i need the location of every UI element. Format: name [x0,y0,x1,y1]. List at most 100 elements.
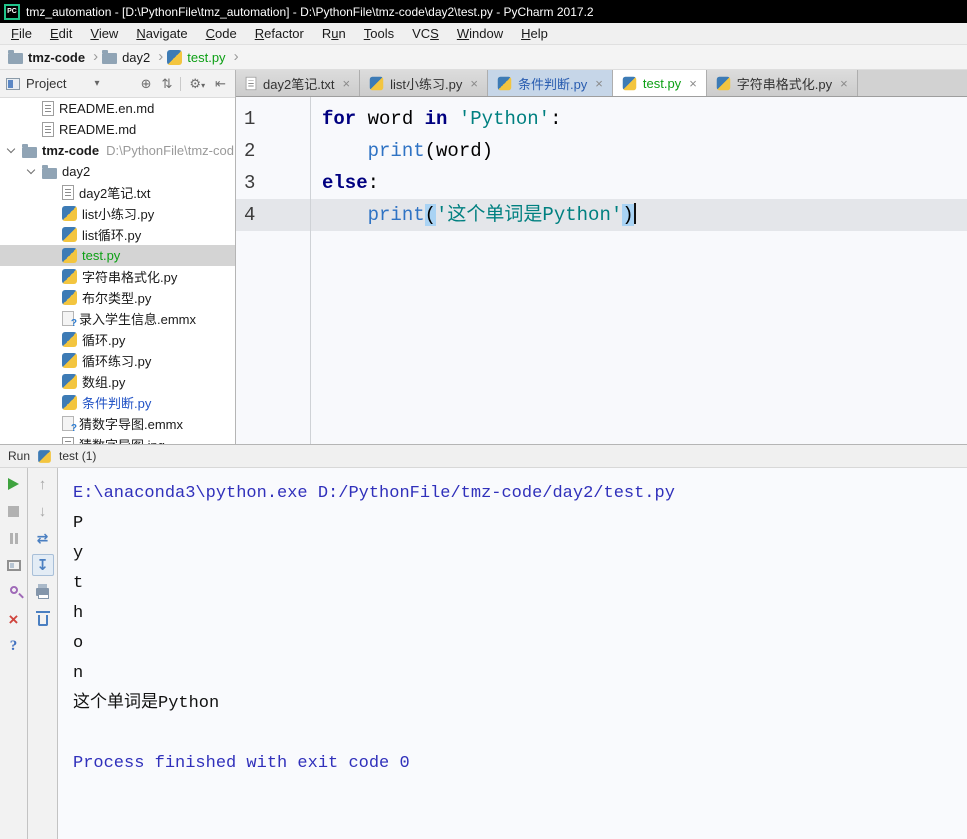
python-file-icon [62,206,77,221]
restore-layout-button[interactable] [3,554,25,576]
settings-gear-icon[interactable]: ⚙▾ [184,76,210,92]
tab-label: day2笔记.txt [263,76,335,92]
tree-item-循环.py[interactable]: 循环.py [0,329,235,350]
tree-item-list循环.py[interactable]: list循环.py [0,224,235,245]
run-tab-test[interactable]: test (1) [59,449,96,463]
editor-tab-day2笔记.txt[interactable]: day2笔记.txt × [236,70,361,96]
print-button[interactable] [32,581,54,603]
title-bar: PC tmz_automation - [D:\PythonFile\tmz_a… [0,0,967,23]
menu-item-view[interactable]: View [81,23,127,45]
tree-item-猜数字导图.emmx[interactable]: 猜数字导图.emmx [0,413,235,434]
stop-button[interactable] [3,500,25,522]
chevron-down-icon[interactable]: ▾ [94,78,99,89]
python-file-icon [622,76,637,90]
scroll-end-icon: ↧ [36,557,49,574]
tree-item-day2笔记.txt[interactable]: day2笔记.txt [0,182,235,203]
tree-item-test.py[interactable]: test.py [0,245,235,266]
line-number: 3 [244,172,256,194]
tree-item-数组.py[interactable]: 数组.py [0,371,235,392]
editor-tab-字符串格式化.py[interactable]: 字符串格式化.py × [706,70,858,96]
tree-item-list小练习.py[interactable]: list小练习.py [0,203,235,224]
menu-item-help[interactable]: Help [512,23,557,45]
pin-tab-button[interactable] [3,581,25,603]
tree-item-字符串格式化.py[interactable]: 字符串格式化.py [0,266,235,287]
run-toolbar-main: ×? [0,468,28,839]
rerun-icon [8,478,19,490]
tab-close-icon[interactable]: × [689,76,697,91]
chevron-expanded-icon[interactable] [6,144,16,153]
menu-item-navigate[interactable]: Navigate [127,23,196,45]
console-line: Process finished with exit code 0 [73,754,410,773]
code-line-1[interactable]: 1 for word in 'Python': [236,103,967,135]
tree-item-README.en.md[interactable]: README.en.md [0,98,235,119]
text-file-icon [245,76,257,90]
close-button[interactable]: × [3,608,25,630]
hide-panel-icon[interactable]: ⇤ [210,76,231,92]
tree-item-label: 循环练习.py [82,354,152,369]
python-file-icon [38,449,51,463]
code-line-3[interactable]: 3 else: [236,167,967,199]
menu-item-vcs[interactable]: VCS [403,23,448,45]
breadcrumb-item-tmz-code[interactable]: tmz-code [8,50,85,65]
editor-tab-list小练习.py[interactable]: list小练习.py × [360,70,488,96]
code-text: else: [322,172,380,194]
menu-item-tools[interactable]: Tools [355,23,403,45]
project-panel-title[interactable]: Project [26,76,66,91]
code-line-4[interactable]: 4 print('这个单词是Python') [236,199,967,231]
folder-icon [102,50,118,64]
editor-tab-条件判断.py[interactable]: 条件判断.py × [487,70,613,96]
tab-close-icon[interactable]: × [343,76,351,91]
chevron-expanded-icon[interactable] [26,165,36,174]
menu-item-run[interactable]: Run [313,23,355,45]
stop-icon [8,505,19,517]
breadcrumb-item-test.py[interactable]: test.py [167,49,226,65]
tree-item-布尔类型.py[interactable]: 布尔类型.py [0,287,235,308]
locate-file-icon[interactable]: ⊕ [136,76,157,92]
unknown-file-icon [62,416,77,434]
breadcrumb-item-day2[interactable]: day2 [102,50,150,65]
prev-occurrence-button[interactable]: ↑ [32,473,54,495]
menu-item-code[interactable]: Code [197,23,246,45]
clear-console-button[interactable] [32,608,54,630]
tree-item-条件判断.py[interactable]: 条件判断.py [0,392,235,413]
tree-item-猜数字导图.jpg[interactable]: 猜数字导图.jpg [0,434,235,444]
python-file-icon [497,76,512,90]
console-line: h [73,604,84,623]
console-toolbar: ↑ ↓ ⇄ ↧ [28,468,58,839]
run-panel-body: ×? ↑ ↓ ⇄ ↧ E:\anaconda3\python.exe D:/Pytho… [0,468,967,839]
tree-item-循环练习.py[interactable]: 循环练习.py [0,350,235,371]
next-occurrence-button[interactable]: ↓ [32,500,54,522]
tree-item-README.md[interactable]: README.md [0,119,235,140]
tree-item-录入学生信息.emmx[interactable]: 录入学生信息.emmx [0,308,235,329]
close-icon: × [8,609,19,629]
tree-item-label: 猜数字导图.jpg [79,435,165,444]
menu-item-file[interactable]: File [2,23,41,45]
pause-button[interactable] [3,527,25,549]
menu-item-window[interactable]: Window [448,23,512,45]
tab-label: 字符串格式化.py [736,76,833,92]
python-file-icon [369,76,384,90]
menu-item-refactor[interactable]: Refactor [246,23,313,45]
code-line-2[interactable]: 2 print(word) [236,135,967,167]
folder-icon [8,50,23,64]
tree-item-tmz-code[interactable]: tmz-code D:\PythonFile\tmz-cod [0,140,235,161]
soft-wrap-button[interactable]: ⇄ [32,527,54,549]
tree-item-label: 录入学生信息.emmx [79,312,197,327]
console-line: n [73,664,84,683]
console-output: E:\anaconda3\python.exe D:/PythonFile/tm… [58,468,967,839]
help-button[interactable]: ? [3,635,25,657]
collapse-all-icon[interactable]: ⇅ [157,76,178,92]
code-editor[interactable]: 1 for word in 'Python': 2 print(word) 3 else… [236,97,967,444]
tree-item-day2[interactable]: day2 [0,161,235,182]
toolbar-divider [180,76,182,91]
text-file-icon [62,185,74,200]
soft-wrap-icon: ⇄ [36,529,49,546]
tab-close-icon[interactable]: × [470,76,478,91]
tab-close-icon[interactable]: × [595,76,603,91]
rerun-button[interactable] [3,473,25,495]
editor-tab-test.py[interactable]: test.py × [612,70,707,96]
scroll-to-end-button[interactable]: ↧ [31,554,54,576]
tab-close-icon[interactable]: × [840,76,848,91]
menu-item-edit[interactable]: Edit [41,23,81,45]
